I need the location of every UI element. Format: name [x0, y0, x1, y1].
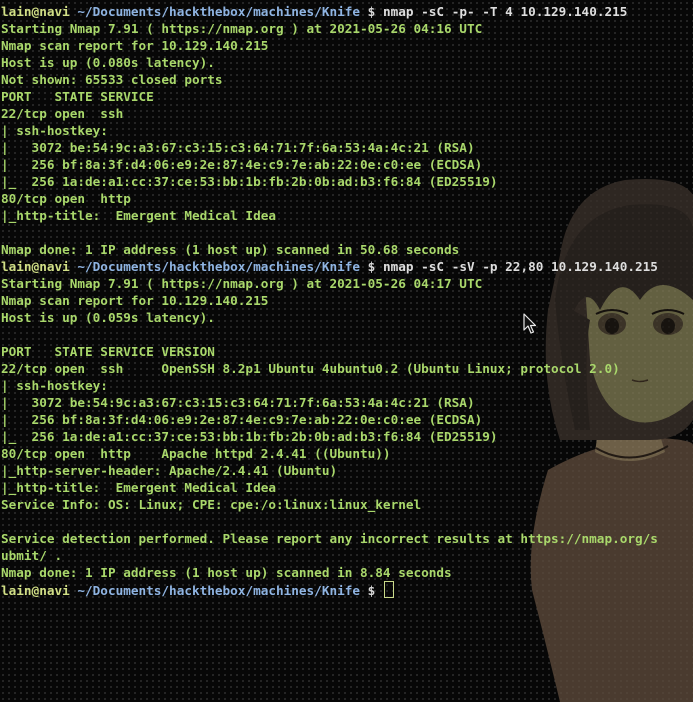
- output-line: Not shown: 65533 closed ports: [1, 72, 223, 87]
- command-text: nmap -sC -p- -T 4 10.129.140.215: [382, 4, 628, 19]
- prompt-cwd: ~/Documents/hackthebox/machines/Knife: [77, 259, 361, 274]
- output-line: | 256 bf:8a:3f:d4:06:e9:2e:87:4e:c9:7e:a…: [1, 412, 483, 427]
- output-line: |_ 256 1a:de:a1:cc:37:ce:53:bb:1b:fb:2b:…: [1, 174, 498, 189]
- prompt-user: lain@navi: [1, 4, 70, 19]
- output-line: |_http-title: Emergent Medical Idea: [1, 480, 276, 495]
- prompt-symbol: $: [367, 583, 376, 598]
- prompt-line: lain@navi ~/Documents/hackthebox/machine…: [1, 258, 693, 275]
- prompt-symbol: $: [367, 4, 376, 19]
- output-line: 22/tcp open ssh: [1, 106, 124, 121]
- terminal-window[interactable]: lain@navi ~/Documents/hackthebox/machine…: [1, 3, 693, 598]
- output-line: | ssh-hostkey:: [1, 378, 108, 393]
- output-line: Host is up (0.080s latency).: [1, 55, 215, 70]
- prompt-cwd: ~/Documents/hackthebox/machines/Knife: [77, 583, 361, 598]
- output-line: Starting Nmap 7.91 ( https://nmap.org ) …: [1, 276, 483, 291]
- output-line: Nmap scan report for 10.129.140.215: [1, 293, 269, 308]
- output-line: | 256 bf:8a:3f:d4:06:e9:2e:87:4e:c9:7e:a…: [1, 157, 483, 172]
- prompt-user: lain@navi: [1, 583, 70, 598]
- output-line: |_http-title: Emergent Medical Idea: [1, 208, 276, 223]
- output-line: Nmap done: 1 IP address (1 host up) scan…: [1, 565, 452, 580]
- output-line: Starting Nmap 7.91 ( https://nmap.org ) …: [1, 21, 483, 36]
- prompt-line: lain@navi ~/Documents/hackthebox/machine…: [1, 581, 693, 598]
- output-line: | 3072 be:54:9c:a3:67:c3:15:c3:64:71:7f:…: [1, 395, 475, 410]
- prompt-user: lain@navi: [1, 259, 70, 274]
- output-line: |_http-server-header: Apache/2.4.41 (Ubu…: [1, 463, 338, 478]
- output-line: ubmit/ .: [1, 548, 63, 563]
- output-line: Service Info: OS: Linux; CPE: cpe:/o:lin…: [1, 497, 422, 512]
- mouse-pointer-icon: [523, 313, 537, 334]
- output-line: |_ 256 1a:de:a1:cc:37:ce:53:bb:1b:fb:2b:…: [1, 429, 498, 444]
- output-line: Service detection performed. Please repo…: [1, 531, 658, 546]
- output-line: | 3072 be:54:9c:a3:67:c3:15:c3:64:71:7f:…: [1, 140, 475, 155]
- output-line: Nmap done: 1 IP address (1 host up) scan…: [1, 242, 460, 257]
- output-line: | ssh-hostkey:: [1, 123, 108, 138]
- output-line: PORT STATE SERVICE VERSION: [1, 344, 215, 359]
- prompt-symbol: $: [367, 259, 376, 274]
- text-cursor-icon[interactable]: [383, 581, 394, 598]
- prompt-cwd: ~/Documents/hackthebox/machines/Knife: [77, 4, 361, 19]
- output-line: Host is up (0.059s latency).: [1, 310, 215, 325]
- output-line: Nmap scan report for 10.129.140.215: [1, 38, 269, 53]
- command-text: nmap -sC -sV -p 22,80 10.129.140.215: [382, 259, 658, 274]
- output-line: 80/tcp open http Apache httpd 2.4.41 ((U…: [1, 446, 391, 461]
- output-line: 80/tcp open http: [1, 191, 131, 206]
- output-line: PORT STATE SERVICE: [1, 89, 154, 104]
- prompt-line: lain@navi ~/Documents/hackthebox/machine…: [1, 3, 693, 20]
- output-line: 22/tcp open ssh OpenSSH 8.2p1 Ubuntu 4ub…: [1, 361, 620, 376]
